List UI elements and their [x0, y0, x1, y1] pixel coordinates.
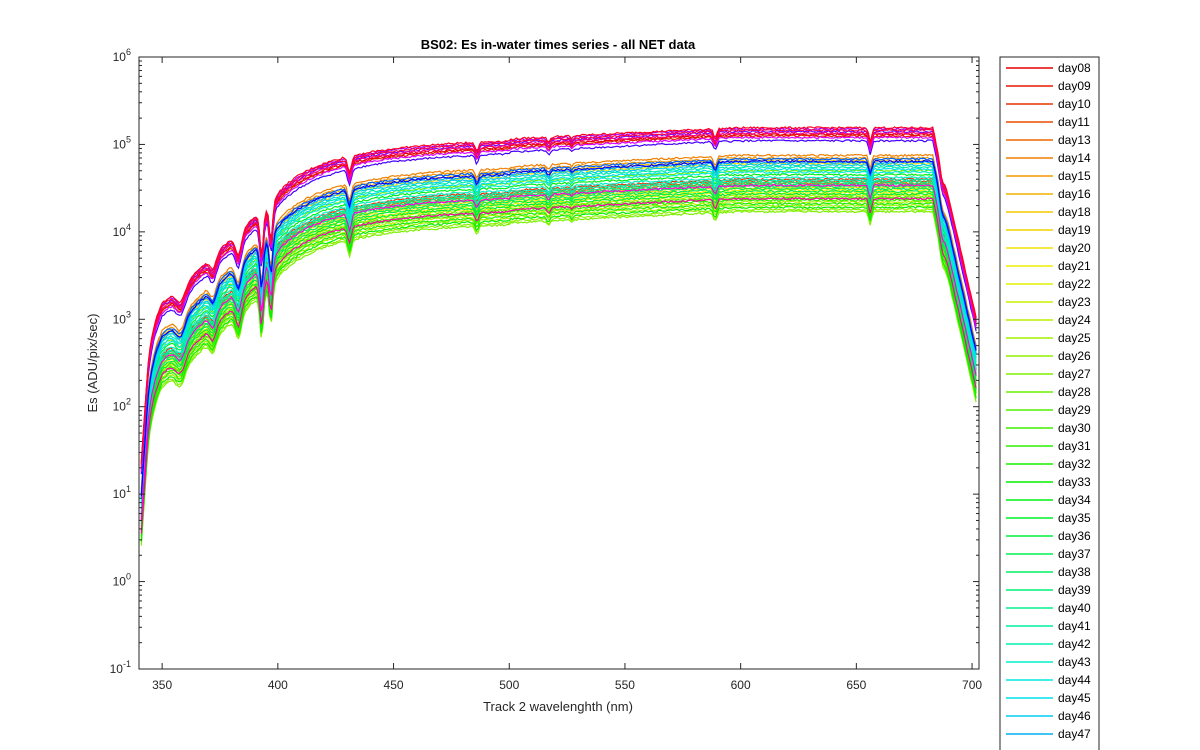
- series-line: [140, 175, 977, 513]
- legend-entry-label: day15: [1058, 169, 1091, 183]
- legend-entry-label: day45: [1058, 691, 1091, 705]
- legend-entry-label: day10: [1058, 97, 1091, 111]
- legend-entry-label: day23: [1058, 295, 1091, 309]
- y-tick-label: 101: [113, 484, 131, 501]
- legend-entry-label: day36: [1058, 529, 1091, 543]
- legend-entry-label: day39: [1058, 583, 1091, 597]
- legend-entry-label: day46: [1058, 709, 1091, 723]
- y-tick-label: 102: [113, 397, 131, 414]
- y-tick-label: 10-1: [110, 659, 131, 676]
- y-tick-label: 106: [113, 47, 131, 64]
- legend-entry-label: day47: [1058, 727, 1091, 741]
- legend-entry-label: day27: [1058, 367, 1091, 381]
- legend-entry-label: day41: [1058, 619, 1091, 633]
- series-line: [140, 184, 977, 521]
- x-tick-label: 400: [268, 678, 288, 692]
- series-line: [140, 183, 977, 521]
- legend-entry-label: day24: [1058, 313, 1091, 327]
- legend-entry-label: day42: [1058, 637, 1091, 651]
- legend: day08 day09 day10 day11 day13 day14 day15 day16…: [999, 56, 1100, 750]
- x-tick-label: 550: [615, 678, 635, 692]
- y-tick-label: 100: [113, 572, 131, 589]
- x-tick-label: 650: [846, 678, 866, 692]
- x-axis-label: Track 2 wavelenghth (nm): [483, 699, 633, 714]
- y-tick-label: 105: [113, 134, 131, 151]
- legend-entry-label: day21: [1058, 259, 1091, 273]
- series-line: [140, 183, 977, 520]
- legend-entry-label: day26: [1058, 349, 1091, 363]
- legend-entry-label: day20: [1058, 241, 1091, 255]
- x-tick-label: 350: [152, 678, 172, 692]
- legend-entry-label: day11: [1058, 115, 1090, 129]
- series-line: [140, 179, 977, 517]
- chart-title: BS02: Es in-water times series - all NET…: [421, 37, 696, 52]
- legend-entry-label: day34: [1058, 493, 1091, 507]
- x-axis: 350 400 450 500 550 600 650 700: [152, 57, 982, 692]
- legend-entry-label: day14: [1058, 151, 1091, 165]
- legend-entry-label: day32: [1058, 457, 1091, 471]
- x-tick-label: 500: [499, 678, 519, 692]
- series-layer: [140, 126, 977, 546]
- chart-figure: BS02: Es in-water times series - all NET…: [85, 37, 1100, 750]
- y-axis-label: Es (ADU/pix/sec): [85, 314, 100, 413]
- legend-entry-label: day29: [1058, 403, 1091, 417]
- legend-entry-label: day22: [1058, 277, 1091, 291]
- y-tick-label: 103: [113, 309, 131, 326]
- legend-entry-label: day38: [1058, 565, 1091, 579]
- series-line: [140, 177, 977, 515]
- legend-entry-label: day25: [1058, 331, 1091, 345]
- x-tick-label: 600: [731, 678, 751, 692]
- legend-entry-label: day35: [1058, 511, 1091, 525]
- legend-entry-label: day28: [1058, 385, 1091, 399]
- legend-entry-label: day09: [1058, 79, 1091, 93]
- legend-entry-label: day08: [1058, 61, 1091, 75]
- legend-entry-label: day13: [1058, 133, 1091, 147]
- series-line: [140, 182, 977, 519]
- legend-entry-label: day43: [1058, 655, 1091, 669]
- legend-entry-label: day33: [1058, 475, 1091, 489]
- legend-entry-label: day37: [1058, 547, 1091, 561]
- x-tick-label: 450: [384, 678, 404, 692]
- legend-entry-label: day40: [1058, 601, 1091, 615]
- legend-entry-label: day44: [1058, 673, 1091, 687]
- y-tick-label: 104: [113, 222, 131, 239]
- legend-entry-label: day18: [1058, 205, 1091, 219]
- legend-entry-label: day30: [1058, 421, 1091, 435]
- legend-entry-label: day19: [1058, 223, 1091, 237]
- x-tick-label: 700: [962, 678, 982, 692]
- series-line: [140, 157, 977, 494]
- legend-entry-label: day31: [1058, 439, 1091, 453]
- series-line: [140, 178, 977, 515]
- legend-entry-label: day16: [1058, 187, 1091, 201]
- series-line: [140, 180, 977, 517]
- series-line: [140, 181, 977, 517]
